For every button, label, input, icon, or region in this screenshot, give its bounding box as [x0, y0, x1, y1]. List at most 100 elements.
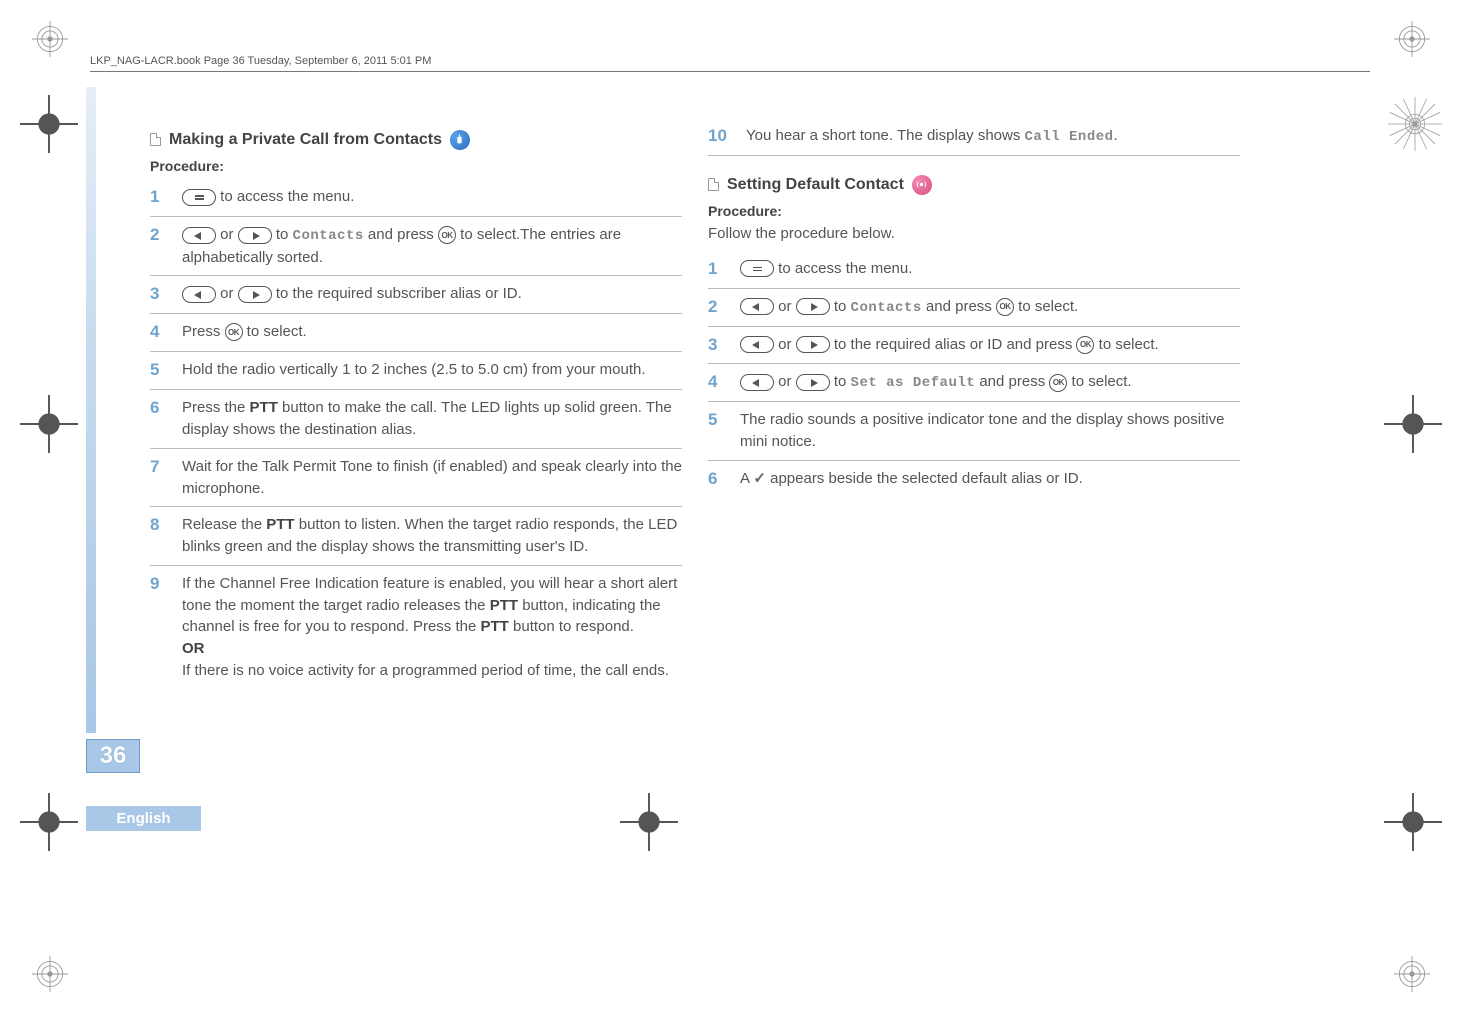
step-body: A appears beside the selected default al…	[740, 468, 1240, 491]
step-num: 7	[150, 456, 172, 500]
step-r6: 6 A appears beside the selected default …	[708, 461, 1240, 498]
step-body: or to Contacts and press OK to select.Th…	[182, 224, 682, 268]
left-key-icon	[182, 227, 216, 244]
ptt-text: PTT	[250, 399, 278, 416]
step-body: Release the PTT button to listen. When t…	[182, 514, 682, 558]
procedure-desc: Follow the procedure below.	[708, 224, 1240, 244]
print-header: LKP_NAG-LACR.book Page 36 Tuesday, Septe…	[90, 55, 1370, 72]
step-l5: 5 Hold the radio vertically 1 to 2 inche…	[150, 352, 682, 390]
step-num: 6	[708, 468, 730, 491]
column-right: 10 You hear a short tone. The display sh…	[708, 125, 1240, 689]
contacts-text: Contacts	[851, 300, 922, 316]
step-num: 2	[708, 296, 730, 319]
step-num: 10	[708, 125, 736, 148]
step-r2: 2 or to Contacts and press OK to select.	[708, 289, 1240, 327]
step-l2: 2 or to Contacts and press OK to select.…	[150, 217, 682, 276]
content-columns: Making a Private Call from Contacts Proc…	[150, 125, 1240, 689]
language-tab: English	[86, 806, 201, 831]
step-body: The radio sounds a positive indicator to…	[740, 409, 1240, 453]
step-body: You hear a short tone. The display shows…	[746, 125, 1240, 148]
step-num: 6	[150, 397, 172, 441]
contacts-text: Contacts	[293, 228, 364, 244]
step-l1: 1 to access the menu.	[150, 179, 682, 217]
left-key-icon	[740, 298, 774, 315]
step-l3: 3 or to the required subscriber alias or…	[150, 276, 682, 314]
step-body: Press the PTT button to make the call. T…	[182, 397, 682, 441]
call-ended-text: Call Ended	[1025, 129, 1114, 145]
step-l7: 7 Wait for the Talk Permit Tone to finis…	[150, 449, 682, 508]
right-key-icon	[238, 227, 272, 244]
reg-mark-top-left	[32, 21, 68, 57]
step-body: Press OK to select.	[182, 321, 682, 344]
step-body: or to Set as Default and press OK to sel…	[740, 371, 1240, 394]
step-body: Wait for the Talk Permit Tone to finish …	[182, 456, 682, 500]
print-header-text: LKP_NAG-LACR.book Page 36 Tuesday, Septe…	[90, 55, 431, 67]
left-key-icon	[740, 374, 774, 391]
doc-icon	[708, 178, 719, 191]
page-number: 36	[86, 739, 140, 773]
step-r4: 4 or to Set as Default and press OK to s…	[708, 364, 1240, 402]
step-num: 5	[150, 359, 172, 382]
ok-key-icon: OK	[225, 323, 243, 341]
crosshair-left-mid	[20, 395, 78, 453]
step-num: 4	[708, 371, 730, 394]
ok-key-icon: OK	[438, 226, 456, 244]
ok-key-icon: OK	[996, 298, 1014, 316]
right-key-icon	[796, 298, 830, 315]
crosshair-left-bottom	[20, 793, 78, 851]
step-body: to access the menu.	[740, 258, 1240, 281]
step-l10: 10 You hear a short tone. The display sh…	[708, 125, 1240, 156]
right-key-icon	[796, 336, 830, 353]
left-key-icon	[740, 336, 774, 353]
step-num: 1	[708, 258, 730, 281]
heading-default-contact-text: Setting Default Contact	[727, 174, 904, 196]
menu-key-icon	[182, 189, 216, 206]
step-num: 9	[150, 573, 172, 682]
crosshair-right-bottom	[1384, 793, 1442, 851]
step-num: 2	[150, 224, 172, 268]
procedure-label-right: Procedure:	[708, 202, 1240, 221]
sunburst-right-top	[1386, 95, 1444, 153]
ptt-text: PTT	[266, 516, 294, 533]
step-r5: 5 The radio sounds a positive indicator …	[708, 402, 1240, 461]
step-num: 3	[150, 283, 172, 306]
right-key-icon	[238, 286, 272, 303]
procedure-label-left: Procedure:	[150, 157, 682, 176]
doc-icon	[150, 133, 161, 146]
step-r1: 1 to access the menu.	[708, 251, 1240, 289]
reg-mark-bottom-right	[1394, 956, 1430, 992]
crosshair-center-bottom	[620, 793, 678, 851]
step-body: or to the required subscriber alias or I…	[182, 283, 682, 306]
set-as-default-text: Set as Default	[851, 375, 976, 391]
signal-icon	[912, 175, 932, 195]
heading-default-contact: Setting Default Contact	[708, 174, 1240, 196]
heading-private-call-text: Making a Private Call from Contacts	[169, 129, 442, 151]
step-body: to access the menu.	[182, 186, 682, 209]
reg-mark-bottom-left	[32, 956, 68, 992]
step-body: Hold the radio vertically 1 to 2 inches …	[182, 359, 682, 382]
radio-icon	[450, 130, 470, 150]
step-l4: 4 Press OK to select.	[150, 314, 682, 352]
step-num: 1	[150, 186, 172, 209]
check-icon	[753, 470, 766, 487]
ok-key-icon: OK	[1049, 374, 1067, 392]
print-header-rule	[90, 71, 1370, 72]
crosshair-left-top	[20, 95, 78, 153]
step-num: 5	[708, 409, 730, 453]
menu-key-icon	[740, 260, 774, 277]
crosshair-right-mid	[1384, 395, 1442, 453]
right-key-icon	[796, 374, 830, 391]
step-body: or to the required alias or ID and press…	[740, 334, 1240, 357]
reg-mark-top-right	[1394, 21, 1430, 57]
step-body: If the Channel Free Indication feature i…	[182, 573, 682, 682]
step-l9: 9 If the Channel Free Indication feature…	[150, 566, 682, 689]
step-l6: 6 Press the PTT button to make the call.…	[150, 390, 682, 449]
step-r3: 3 or to the required alias or ID and pre…	[708, 327, 1240, 365]
or-text: OR	[182, 640, 205, 657]
side-gradient	[86, 87, 96, 733]
step-body: or to Contacts and press OK to select.	[740, 296, 1240, 319]
ptt-text: PTT	[481, 618, 509, 635]
ok-key-icon: OK	[1076, 336, 1094, 354]
step-num: 4	[150, 321, 172, 344]
column-left: Making a Private Call from Contacts Proc…	[150, 125, 682, 689]
